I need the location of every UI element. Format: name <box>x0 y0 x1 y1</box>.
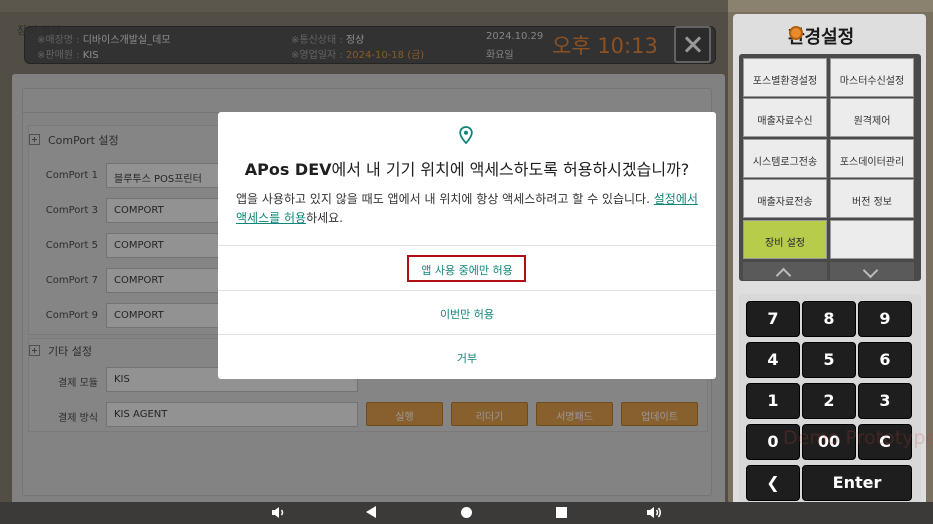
dialog-title-text: 에서 내 기기 위치에 액세스하도록 허용하시겠습니까? <box>331 160 690 179</box>
key-4[interactable]: 4 <box>746 342 800 378</box>
key-3[interactable]: 3 <box>858 383 912 419</box>
key-8[interactable]: 8 <box>802 301 856 337</box>
deny-button[interactable]: 거부 <box>218 350 716 366</box>
menu-system-log-send[interactable]: 시스템로그전송 <box>743 139 827 178</box>
highlight-box <box>407 255 526 282</box>
menu-master-receive-settings[interactable]: 마스터수신설정 <box>830 58 914 97</box>
key-6[interactable]: 6 <box>858 342 912 378</box>
dialog-divider <box>218 245 716 246</box>
recents-icon[interactable] <box>556 507 567 518</box>
menu-pos-data-manage[interactable]: 포스데이터관리 <box>830 139 914 178</box>
key-9[interactable]: 9 <box>858 301 912 337</box>
menu-version-info[interactable]: 버전 정보 <box>830 179 914 218</box>
menu-sales-data-receive[interactable]: 매출자료수신 <box>743 98 827 137</box>
menu-scroll-down-button[interactable] <box>830 262 914 280</box>
back-icon[interactable] <box>366 506 376 518</box>
key-5[interactable]: 5 <box>802 342 856 378</box>
allow-once-button[interactable]: 이번만 허용 <box>218 306 716 322</box>
volume-down-icon[interactable] <box>271 506 287 519</box>
menu-remote-control[interactable]: 원격제어 <box>830 98 914 137</box>
menu-device-settings[interactable]: 장비 설정 <box>743 220 827 259</box>
key-backspace[interactable]: ❮ <box>746 465 800 501</box>
dialog-divider <box>218 334 716 335</box>
dialog-divider <box>218 290 716 291</box>
location-pin-icon <box>459 126 473 144</box>
key-2[interactable]: 2 <box>802 383 856 419</box>
volume-up-icon[interactable] <box>646 506 664 519</box>
key-enter[interactable]: Enter <box>802 465 912 501</box>
menu-pos-env-settings[interactable]: 포스별환경설정 <box>743 58 827 97</box>
settings-dot-icon <box>789 26 803 40</box>
dialog-body-suffix: 하세요. <box>306 211 343 225</box>
dialog-title: APos DEV에서 내 기기 위치에 액세스하도록 허용하시겠습니까? <box>218 156 716 180</box>
dialog-app-name: APos DEV <box>244 160 332 179</box>
dialog-body: 앱을 사용하고 있지 않을 때도 앱에서 내 위치에 항상 액세스하려고 할 수… <box>236 190 698 228</box>
menu-scroll-up-button[interactable] <box>743 262 827 280</box>
demo-watermark: Demo Prototype <box>783 427 933 449</box>
dialog-body-text: 앱을 사용하고 있지 않을 때도 앱에서 내 위치에 항상 액세스하려고 할 수… <box>236 192 654 206</box>
menu-empty-slot <box>830 220 914 259</box>
menu-sales-data-send[interactable]: 매출자료전송 <box>743 179 827 218</box>
key-7[interactable]: 7 <box>746 301 800 337</box>
home-icon[interactable] <box>461 507 472 518</box>
key-1[interactable]: 1 <box>746 383 800 419</box>
